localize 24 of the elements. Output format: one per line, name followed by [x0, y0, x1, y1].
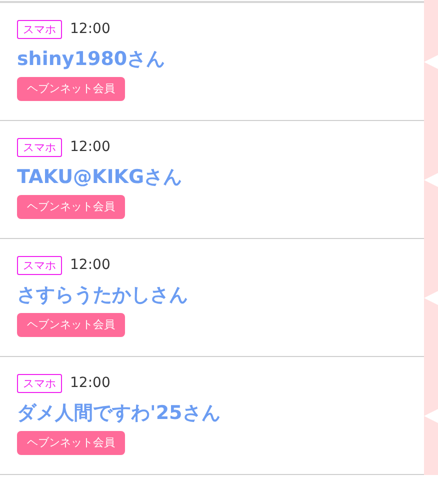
triangle-icon [424, 291, 438, 305]
message-entry[interactable]: スマホ 12:00 ダメ人間ですわ'25さん ヘブンネット会員 [0, 357, 424, 475]
message-entry[interactable]: スマホ 12:00 shiny1980さん ヘブンネット会員 [0, 3, 424, 121]
member-badge: ヘブンネット会員 [17, 77, 125, 101]
time-text: 12:00 [70, 138, 110, 157]
triangle-icon [424, 55, 438, 69]
device-tag: スマホ [17, 138, 62, 157]
time-text: 12:00 [70, 256, 110, 275]
triangle-icon [424, 409, 438, 423]
member-badge: ヘブンネット会員 [17, 313, 125, 337]
member-badge: ヘブンネット会員 [17, 195, 125, 219]
time-text: 12:00 [70, 20, 110, 39]
user-name: TAKU@KIKGさん [17, 166, 182, 188]
device-tag: スマホ [17, 20, 62, 39]
user-name: ダメ人間ですわ'25さん [17, 402, 220, 424]
triangle-icon [424, 173, 438, 187]
device-tag: スマホ [17, 374, 62, 393]
time-text: 12:00 [70, 374, 110, 393]
member-badge: ヘブンネット会員 [17, 431, 125, 455]
device-tag: スマホ [17, 256, 62, 275]
message-entry[interactable]: スマホ 12:00 さすらうたかしさん ヘブンネット会員 [0, 239, 424, 357]
user-name: shiny1980さん [17, 48, 166, 70]
message-entry[interactable]: スマホ 12:00 TAKU@KIKGさん ヘブンネット会員 [0, 121, 424, 239]
user-name: さすらうたかしさん [17, 284, 188, 306]
